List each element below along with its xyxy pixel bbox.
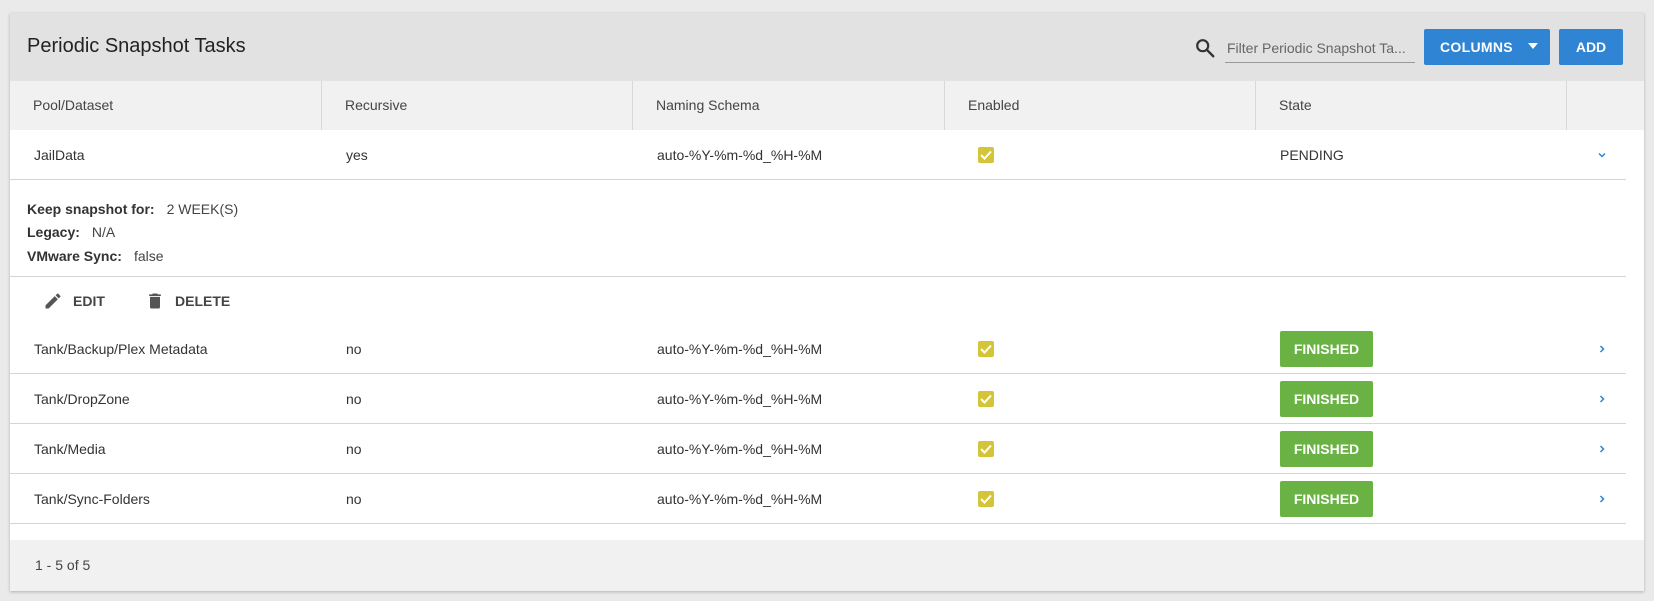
table-row[interactable]: Tank/DropZone no auto-%Y-%m-%d_%H-%M FIN… bbox=[10, 374, 1626, 424]
detail-label: VMware Sync: bbox=[27, 248, 122, 264]
cell-enabled bbox=[978, 474, 994, 523]
table-footer: 1 - 5 of 5 bbox=[10, 540, 1644, 591]
detail-keep-snapshot: Keep snapshot for: 2 WEEK(S) bbox=[27, 201, 238, 217]
cell-dataset: Tank/Media bbox=[34, 440, 106, 457]
status-badge: FINISHED bbox=[1280, 480, 1373, 517]
cell-naming-schema: auto-%Y-%m-%d_%H-%M bbox=[657, 490, 823, 507]
cell-recursive: no bbox=[346, 340, 362, 357]
detail-legacy: Legacy: N/A bbox=[27, 224, 115, 240]
cell-naming-schema: auto-%Y-%m-%d_%H-%M bbox=[657, 340, 823, 357]
cell-recursive: no bbox=[346, 390, 362, 407]
cell-recursive: no bbox=[346, 440, 362, 457]
row-detail-panel: Keep snapshot for: 2 WEEK(S) Legacy: N/A V… bbox=[10, 181, 1626, 277]
card-header: Periodic Snapshot Tasks COLUMNS ADD bbox=[10, 13, 1644, 81]
column-header-recursive[interactable]: Recursive bbox=[322, 81, 633, 130]
status-badge: FINISHED bbox=[1280, 380, 1373, 417]
table-row[interactable]: Tank/Media no auto-%Y-%m-%d_%H-%M FINISH… bbox=[10, 424, 1626, 474]
cell-dataset: Tank/DropZone bbox=[34, 390, 130, 407]
cell-state: PENDING bbox=[1280, 146, 1344, 163]
row-actions: EDIT DELETE bbox=[10, 278, 1626, 324]
trash-icon bbox=[149, 293, 161, 309]
delete-label: DELETE bbox=[175, 293, 231, 309]
cell-state: FINISHED bbox=[1280, 324, 1373, 373]
status-badge: FINISHED bbox=[1280, 430, 1373, 467]
column-header-enabled[interactable]: Enabled bbox=[945, 81, 1256, 130]
detail-value: 2 WEEK(S) bbox=[166, 201, 239, 217]
chevron-right-icon[interactable] bbox=[1597, 444, 1607, 454]
table-row[interactable]: Tank/Sync-Folders no auto-%Y-%m-%d_%H-%M… bbox=[10, 474, 1626, 524]
cell-state: FINISHED bbox=[1280, 474, 1373, 523]
column-header-naming-schema[interactable]: Naming Schema bbox=[633, 81, 945, 130]
caret-down-icon bbox=[1528, 43, 1538, 49]
enabled-checkbox bbox=[978, 390, 994, 407]
detail-vmware-sync: VMware Sync: false bbox=[27, 248, 164, 264]
enabled-checkbox bbox=[978, 490, 994, 507]
enabled-checkbox bbox=[978, 340, 994, 357]
row-toggle[interactable] bbox=[1597, 374, 1607, 423]
row-toggle[interactable] bbox=[1597, 424, 1607, 473]
detail-label: Legacy: bbox=[27, 224, 80, 240]
enabled-checkbox bbox=[978, 146, 994, 163]
cell-dataset: JailData bbox=[34, 146, 85, 163]
cell-recursive: yes bbox=[346, 146, 368, 163]
pencil-icon bbox=[45, 293, 61, 309]
chevron-right-icon[interactable] bbox=[1597, 494, 1607, 504]
row-toggle[interactable] bbox=[1597, 324, 1607, 373]
cell-dataset: Tank/Sync-Folders bbox=[34, 490, 150, 507]
row-toggle[interactable] bbox=[1597, 130, 1607, 179]
table-header: Pool/Dataset Recursive Naming Schema Ena… bbox=[10, 81, 1644, 130]
column-header-dataset[interactable]: Pool/Dataset bbox=[10, 81, 322, 130]
cell-dataset: Tank/Backup/Plex Metadata bbox=[34, 340, 208, 357]
cell-naming-schema: auto-%Y-%m-%d_%H-%M bbox=[657, 390, 823, 407]
pagination-range: 1 - 5 of 5 bbox=[35, 557, 91, 573]
chevron-right-icon[interactable] bbox=[1597, 344, 1607, 354]
detail-value: false bbox=[133, 248, 164, 264]
cell-naming-schema: auto-%Y-%m-%d_%H-%M bbox=[657, 440, 823, 457]
filter-input[interactable] bbox=[1225, 33, 1415, 63]
search-icon[interactable] bbox=[1194, 37, 1216, 59]
edit-label: EDIT bbox=[73, 293, 105, 309]
chevron-right-icon[interactable] bbox=[1597, 394, 1607, 404]
cell-state: FINISHED bbox=[1280, 424, 1373, 473]
delete-button[interactable]: DELETE bbox=[145, 278, 230, 324]
cell-recursive: no bbox=[346, 490, 362, 507]
columns-button[interactable]: COLUMNS bbox=[1424, 29, 1550, 65]
page-title: Periodic Snapshot Tasks bbox=[27, 35, 246, 57]
cell-enabled bbox=[978, 424, 994, 473]
cell-naming-schema: auto-%Y-%m-%d_%H-%M bbox=[657, 146, 823, 163]
detail-label: Keep snapshot for: bbox=[27, 201, 155, 217]
columns-button-label: COLUMNS bbox=[1440, 39, 1513, 55]
cell-enabled bbox=[978, 130, 994, 179]
add-button[interactable]: ADD bbox=[1559, 29, 1623, 65]
table-row[interactable]: JailData yes auto-%Y-%m-%d_%H-%M PENDING bbox=[10, 130, 1626, 180]
cell-enabled bbox=[978, 324, 994, 373]
cell-enabled bbox=[978, 374, 994, 423]
edit-button[interactable]: EDIT bbox=[43, 278, 105, 324]
enabled-checkbox bbox=[978, 440, 994, 457]
row-toggle[interactable] bbox=[1597, 474, 1607, 523]
cell-state: FINISHED bbox=[1280, 374, 1373, 423]
column-header-state[interactable]: State bbox=[1256, 81, 1567, 130]
snapshot-tasks-card: Periodic Snapshot Tasks COLUMNS ADD Pool… bbox=[10, 13, 1644, 591]
chevron-down-icon[interactable] bbox=[1597, 150, 1607, 160]
table-row[interactable]: Tank/Backup/Plex Metadata no auto-%Y-%m-… bbox=[10, 324, 1626, 374]
status-badge: FINISHED bbox=[1280, 330, 1373, 367]
detail-value: N/A bbox=[91, 224, 116, 240]
